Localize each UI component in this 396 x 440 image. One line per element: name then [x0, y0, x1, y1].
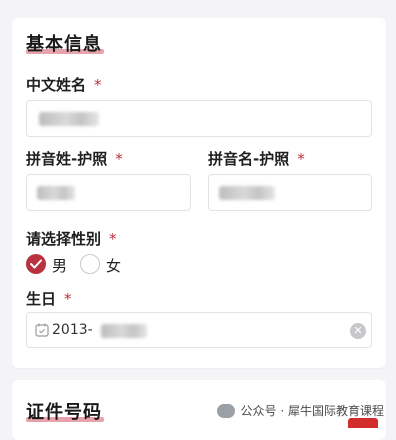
wechat-icon — [216, 403, 235, 418]
watermark: 公众号 · 犀牛国际教育课程 — [216, 402, 384, 419]
basic-info-card: 基本信息 中文姓名 * 拼音姓-护照 * 拼音名-护照 * 请选择性别 * 男 女 生日… — [12, 18, 386, 368]
pinyin-given-input[interactable] — [208, 174, 372, 211]
required-mark: * — [94, 76, 102, 94]
calendar-icon — [35, 323, 49, 337]
check-icon — [30, 259, 42, 269]
redacted-value — [219, 186, 275, 200]
redacted-value — [101, 324, 147, 338]
section-title-id-number: 证件号码 — [26, 402, 104, 423]
chinese-name-label: 中文姓名 * — [26, 76, 102, 94]
section-title-basic-info: 基本信息 — [26, 34, 104, 55]
required-mark: * — [115, 150, 123, 168]
gender-label: 请选择性别 * — [26, 230, 117, 248]
pinyin-given-label: 拼音名-护照 * — [208, 150, 305, 168]
pinyin-surname-label: 拼音姓-护照 * — [26, 150, 123, 168]
birthday-value: 2013- — [52, 322, 93, 338]
clear-icon[interactable]: ✕ — [350, 323, 366, 339]
redacted-value — [39, 112, 99, 126]
redacted-value — [37, 186, 75, 200]
corner-badge — [348, 418, 378, 428]
pinyin-surname-input[interactable] — [26, 174, 191, 211]
gender-option-male-label[interactable]: 男 — [52, 255, 67, 276]
required-mark: * — [64, 290, 72, 308]
birthday-input[interactable]: 2013- ✕ — [26, 312, 372, 348]
birthday-label: 生日 * — [26, 290, 72, 308]
gender-radio-male[interactable] — [26, 254, 46, 274]
gender-option-female-label[interactable]: 女 — [106, 255, 121, 276]
gender-radio-female[interactable] — [80, 254, 100, 274]
required-mark: * — [297, 150, 305, 168]
chinese-name-input[interactable] — [26, 100, 372, 137]
required-mark: * — [109, 230, 117, 248]
